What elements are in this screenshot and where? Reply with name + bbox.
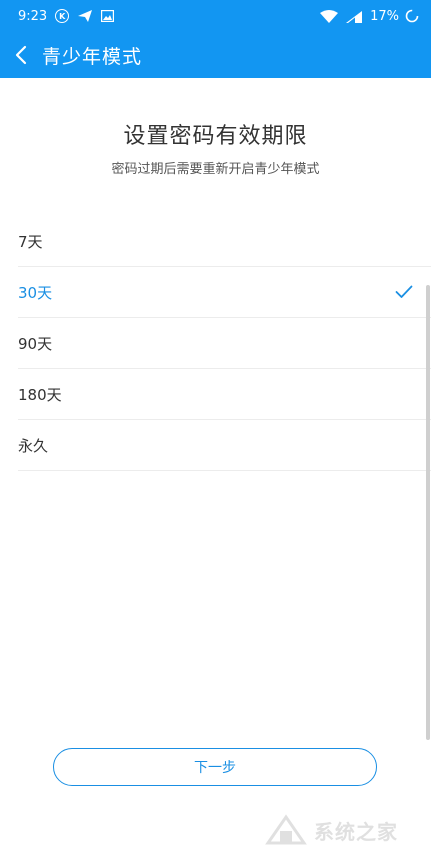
option-label: 30天: [18, 283, 53, 302]
period-options-list: 7天 30天 90天 180天 永久: [18, 216, 431, 471]
send-icon: [77, 9, 93, 23]
option-label: 90天: [18, 334, 53, 353]
option-180-days[interactable]: 180天: [18, 369, 431, 420]
option-label: 7天: [18, 232, 43, 251]
watermark-logo-icon: [265, 814, 307, 845]
option-7-days[interactable]: 7天: [18, 216, 431, 267]
watermark-text: 系统之家: [314, 819, 398, 844]
status-time: 9:23: [18, 8, 48, 24]
image-icon: [101, 10, 115, 22]
watermark: 系统之家: [264, 808, 424, 852]
option-label: 180天: [18, 385, 62, 404]
scrollbar[interactable]: [426, 285, 430, 740]
battery-icon: [405, 9, 419, 23]
option-label: 永久: [18, 436, 49, 455]
wifi-icon: [320, 9, 339, 23]
option-30-days[interactable]: 30天: [18, 267, 431, 318]
checkmark-icon: [395, 285, 413, 298]
option-permanent[interactable]: 永久: [18, 420, 431, 471]
signal-icon: [344, 10, 364, 23]
chevron-left-icon: [15, 45, 27, 65]
app-bar: 青少年模式: [0, 32, 431, 78]
section-heading: 设置密码有效期限: [123, 124, 308, 149]
page-title: 青少年模式: [42, 45, 143, 68]
section-subheading: 密码过期后需要重新开启青少年模式: [111, 162, 320, 177]
back-button[interactable]: [0, 32, 42, 78]
k-icon: K: [55, 9, 70, 23]
battery-percent: 17%: [370, 8, 399, 24]
option-90-days[interactable]: 90天: [18, 318, 431, 369]
status-bar: 9:23 K 17%: [0, 0, 431, 32]
next-step-button[interactable]: 下一步: [53, 748, 377, 786]
